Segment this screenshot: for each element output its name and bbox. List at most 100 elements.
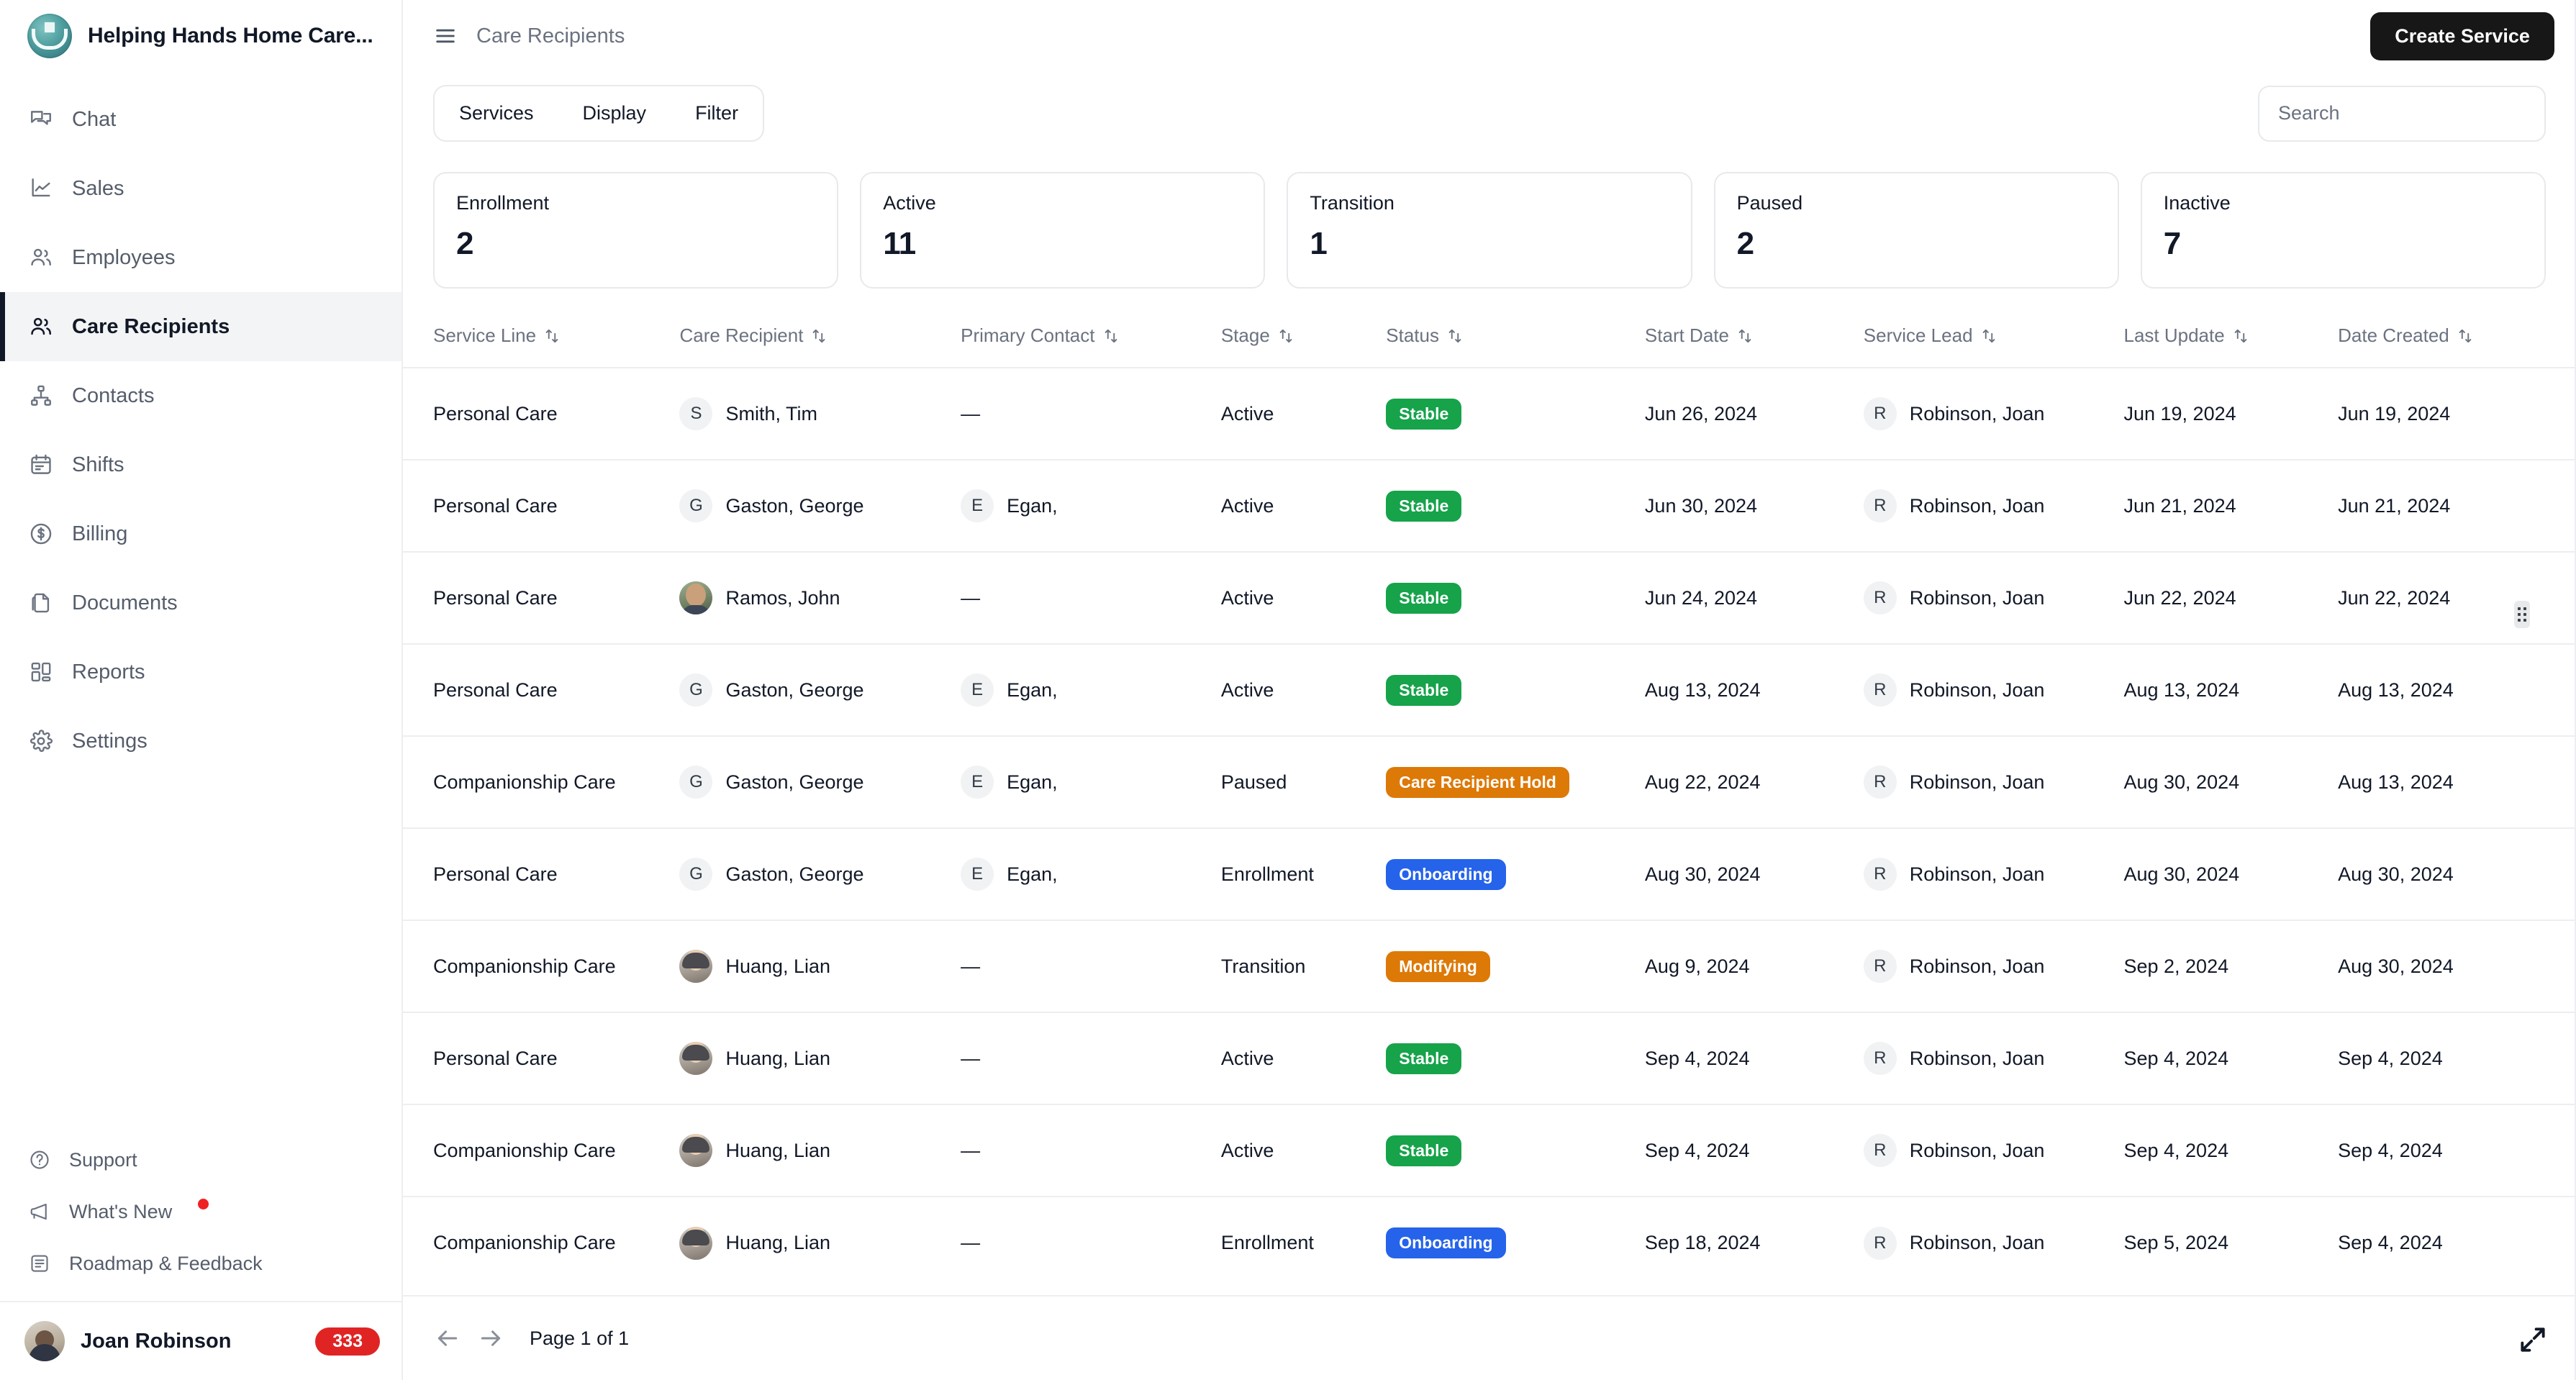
toolbar: Services Display Filter (403, 72, 2576, 142)
sidebar-item-roadmap-feedback[interactable]: Roadmap & Feedback (0, 1238, 402, 1289)
stat-card-paused[interactable]: Paused 2 (1713, 172, 2119, 289)
arrow-right-icon[interactable] (476, 1324, 505, 1353)
sidebar-item-reports[interactable]: Reports (0, 637, 402, 707)
care-recipient[interactable]: Huang, Lian (679, 950, 961, 983)
table-row[interactable]: Personal Care Ramos, John — Active Stable Jun… (403, 551, 2576, 644)
col-header-service-line[interactable]: Service Line (403, 313, 679, 368)
avatar (679, 1134, 713, 1167)
col-header-last-update[interactable]: Last Update (2123, 313, 2338, 368)
stat-label: Enrollment (456, 192, 550, 214)
table-row[interactable]: Companionship Care Huang, Lian — Active Stab… (403, 1104, 2576, 1197)
dollar-circle-icon (30, 523, 52, 545)
stage-text: Paused (1220, 771, 1287, 793)
tab-services[interactable]: Services (435, 86, 558, 140)
table-head: Service Line Care Recipient Primary Cont… (403, 313, 2576, 368)
tab-display[interactable]: Display (558, 86, 671, 140)
tab-filter[interactable]: Filter (671, 86, 763, 140)
cell-date-created: Sep 4, 2024 (2338, 1196, 2576, 1289)
table-row[interactable]: Companionship Care G Gaston, George E Egan, P… (403, 735, 2576, 828)
stat-value: 2 (1736, 226, 1754, 261)
create-service-button[interactable]: Create Service (2370, 12, 2554, 60)
care-recipient[interactable]: G Gaston, George (679, 858, 961, 891)
expand-diagonal-icon[interactable] (2517, 1324, 2549, 1356)
stats-row: Enrollment 2 Active 11 Transition 1 Paus… (403, 142, 2576, 289)
service-lead[interactable]: R Robinson, Joan (1863, 1134, 2124, 1167)
sidebar-item-settings[interactable]: Settings (0, 707, 402, 776)
col-header-start-date[interactable]: Start Date (1645, 313, 1864, 368)
col-header-care-recipient[interactable]: Care Recipient (679, 313, 961, 368)
sidebar-item-billing[interactable]: Billing (0, 499, 402, 568)
arrow-left-icon[interactable] (433, 1324, 462, 1353)
breadcrumb[interactable]: Care Recipients (476, 24, 625, 48)
service-lead[interactable]: R Robinson, Joan (1863, 1226, 2124, 1260)
care-recipient-name: Huang, Lian (725, 1047, 831, 1069)
sidebar-item-sales[interactable]: Sales (0, 154, 402, 223)
megaphone-icon (30, 1203, 47, 1220)
sidebar-item-employees[interactable]: Employees (0, 223, 402, 292)
app-root: Helping Hands Home Care... Chat Sales Em… (0, 0, 2576, 1380)
col-header-stage[interactable]: Stage (1221, 313, 1386, 368)
care-recipient[interactable]: S Smith, Tim (679, 397, 961, 430)
sidebar-item-shifts[interactable]: Shifts (0, 430, 402, 499)
table-row[interactable]: Companionship Care Huang, Lian — Transition… (403, 920, 2576, 1012)
sidebar-item-support[interactable]: Support (0, 1134, 402, 1186)
table-row[interactable]: Personal Care S Smith, Tim — Active Stable Jun… (403, 367, 2576, 460)
service-lead[interactable]: R Robinson, Joan (1863, 489, 2124, 522)
stat-label: Paused (1736, 192, 1803, 214)
avatar-initial: E (961, 858, 994, 891)
cell-primary-contact: — (961, 551, 1221, 644)
sidebar-item-care-recipients[interactable]: Care Recipients (0, 292, 402, 361)
care-recipient[interactable]: G Gaston, George (679, 489, 961, 522)
col-header-service-lead[interactable]: Service Lead (1864, 313, 2124, 368)
primary-contact[interactable]: E Egan, (961, 766, 1221, 799)
stat-card-transition[interactable]: Transition 1 (1287, 172, 1692, 289)
documents-icon (32, 593, 50, 613)
care-recipient[interactable]: Huang, Lian (679, 1042, 961, 1075)
status-badge: Modifying (1386, 950, 1490, 982)
care-recipient[interactable]: G Gaston, George (679, 673, 961, 707)
primary-contact[interactable]: E Egan, (961, 858, 1221, 891)
care-recipient[interactable]: Huang, Lian (679, 1226, 961, 1260)
table-row[interactable]: Personal Care Huang, Lian — Active Stable Sep… (403, 1012, 2576, 1104)
hamburger-icon[interactable] (433, 24, 458, 48)
col-header-label: Last Update (2123, 324, 2225, 346)
service-lead[interactable]: R Robinson, Joan (1863, 858, 2124, 891)
stat-card-active[interactable]: Active 11 (860, 172, 1266, 289)
notification-badge[interactable]: 333 (315, 1327, 380, 1356)
service-line-text: Personal Care (433, 1047, 558, 1069)
care-recipient[interactable]: Huang, Lian (679, 1134, 961, 1167)
stat-card-inactive[interactable]: Inactive 7 (2140, 172, 2546, 289)
sidebar-item-chat[interactable]: Chat (0, 85, 402, 154)
service-lead[interactable]: R Robinson, Joan (1863, 673, 2124, 707)
brand[interactable]: Helping Hands Home Care... (0, 0, 402, 72)
avatar-initial: G (679, 489, 713, 522)
table-row[interactable]: Companionship Care Huang, Lian — Enrollment… (403, 1196, 2576, 1289)
cell-care-recipient: G Gaston, George (679, 643, 961, 736)
user-profile-row[interactable]: Joan Robinson 333 (0, 1301, 402, 1380)
care-recipient[interactable]: G Gaston, George (679, 766, 961, 799)
col-header-status[interactable]: Status (1386, 313, 1645, 368)
service-lead[interactable]: R Robinson, Joan (1863, 397, 2124, 430)
table-row[interactable]: Personal Care G Gaston, George E Egan, Active… (403, 643, 2576, 736)
service-lead[interactable]: R Robinson, Joan (1863, 950, 2124, 983)
sidebar-item-whats-new[interactable]: What's New (0, 1186, 402, 1238)
date-created-text: Jun 19, 2024 (2338, 402, 2451, 425)
service-lead[interactable]: R Robinson, Joan (1863, 1042, 2124, 1075)
column-resize-handle[interactable] (2513, 601, 2530, 628)
table-row[interactable]: Personal Care G Gaston, George E Egan, Enroll… (403, 827, 2576, 920)
stat-card-enrollment[interactable]: Enrollment 2 (433, 172, 839, 289)
table-header-row: Service Line Care Recipient Primary Cont… (403, 313, 2576, 368)
col-header-date-created[interactable]: Date Created (2338, 313, 2576, 368)
col-header-primary-contact[interactable]: Primary Contact (961, 313, 1221, 368)
sidebar-item-contacts[interactable]: Contacts (0, 361, 402, 430)
care-recipient[interactable]: Ramos, John (679, 581, 961, 614)
cell-date-created: Sep 4, 2024 (2338, 1104, 2576, 1197)
search-input[interactable] (2257, 85, 2546, 142)
primary-contact[interactable]: E Egan, (961, 489, 1221, 522)
primary-contact[interactable]: E Egan, (961, 673, 1221, 707)
service-lead[interactable]: R Robinson, Joan (1863, 581, 2124, 614)
last-update-text: Aug 13, 2024 (2123, 678, 2240, 701)
table-row[interactable]: Personal Care G Gaston, George E Egan, Active… (403, 459, 2576, 552)
service-lead[interactable]: R Robinson, Joan (1863, 766, 2124, 799)
sidebar-item-documents[interactable]: Documents (0, 568, 402, 637)
